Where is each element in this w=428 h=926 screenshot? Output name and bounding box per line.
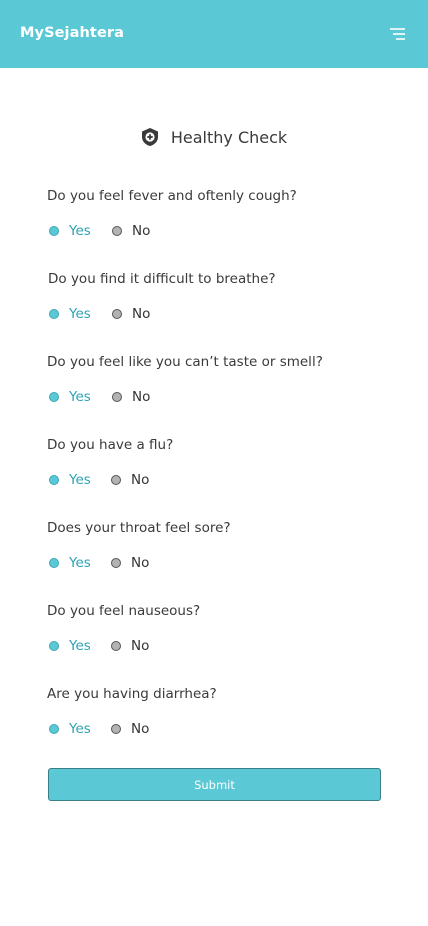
submit-button[interactable]: Submit [48, 768, 381, 801]
radio-dot [49, 392, 59, 402]
answer-yes-label: Yes [69, 638, 91, 654]
answer-yes-label: Yes [69, 721, 91, 737]
question-text: Are you having diarrhea? [47, 686, 217, 702]
question-text: Do you have a flu? [47, 437, 174, 453]
radio-dot [49, 475, 59, 485]
answer-no-radio[interactable]: No [111, 719, 149, 739]
question-text: Does your throat feel sore? [47, 520, 231, 536]
answer-no-label: No [132, 389, 151, 405]
answer-options: Yes No [49, 221, 249, 241]
answer-yes-radio[interactable]: Yes [49, 470, 91, 490]
menu-icon [390, 28, 405, 40]
answer-yes-label: Yes [69, 223, 91, 239]
answer-yes-label: Yes [69, 389, 91, 405]
radio-dot [49, 309, 59, 319]
answer-options: Yes No [49, 387, 249, 407]
radio-dot [112, 309, 122, 319]
radio-dot [111, 641, 121, 651]
shield-plus-icon [141, 128, 158, 146]
app-title: MySejahtera [20, 25, 125, 41]
radio-dot [49, 724, 59, 734]
page-title: Healthy Check [170, 127, 288, 147]
answer-no-label: No [131, 638, 150, 654]
radio-dot [112, 392, 122, 402]
page-header: Healthy Check [0, 125, 428, 149]
answer-yes-label: Yes [69, 306, 91, 322]
answer-yes-label: Yes [69, 555, 91, 571]
radio-dot [49, 558, 59, 568]
answer-yes-radio[interactable]: Yes [49, 221, 91, 241]
answer-options: Yes No [49, 470, 249, 490]
radio-dot [49, 226, 59, 236]
answer-options: Yes No [49, 719, 249, 739]
app-header: MySejahtera [0, 0, 428, 68]
radio-dot [111, 475, 121, 485]
menu-button[interactable] [387, 26, 407, 42]
answer-yes-radio[interactable]: Yes [49, 387, 91, 407]
answer-no-radio[interactable]: No [111, 636, 149, 656]
answer-yes-label: Yes [69, 472, 91, 488]
answer-no-label: No [131, 555, 150, 571]
answer-no-label: No [132, 306, 151, 322]
answer-no-radio[interactable]: No [112, 221, 150, 241]
answer-no-label: No [131, 721, 150, 737]
answer-no-label: No [131, 472, 150, 488]
answer-no-radio[interactable]: No [111, 553, 149, 573]
question-text: Do you feel fever and oftenly cough? [47, 188, 297, 204]
radio-dot [111, 724, 121, 734]
radio-dot [111, 558, 121, 568]
answer-options: Yes No [49, 553, 249, 573]
answer-options: Yes No [49, 636, 249, 656]
answer-yes-radio[interactable]: Yes [49, 553, 91, 573]
answer-no-label: No [132, 223, 151, 239]
answer-no-radio[interactable]: No [112, 304, 150, 324]
answer-yes-radio[interactable]: Yes [49, 636, 91, 656]
answer-yes-radio[interactable]: Yes [49, 719, 91, 739]
answer-yes-radio[interactable]: Yes [49, 304, 91, 324]
radio-dot [49, 641, 59, 651]
question-text: Do you find it difficult to breathe? [48, 271, 276, 287]
answer-no-radio[interactable]: No [112, 387, 150, 407]
radio-dot [112, 226, 122, 236]
answer-options: Yes No [49, 304, 249, 324]
question-text: Do you feel like you can’t taste or smel… [47, 354, 323, 370]
answer-no-radio[interactable]: No [111, 470, 149, 490]
question-text: Do you feel nauseous? [47, 603, 201, 619]
